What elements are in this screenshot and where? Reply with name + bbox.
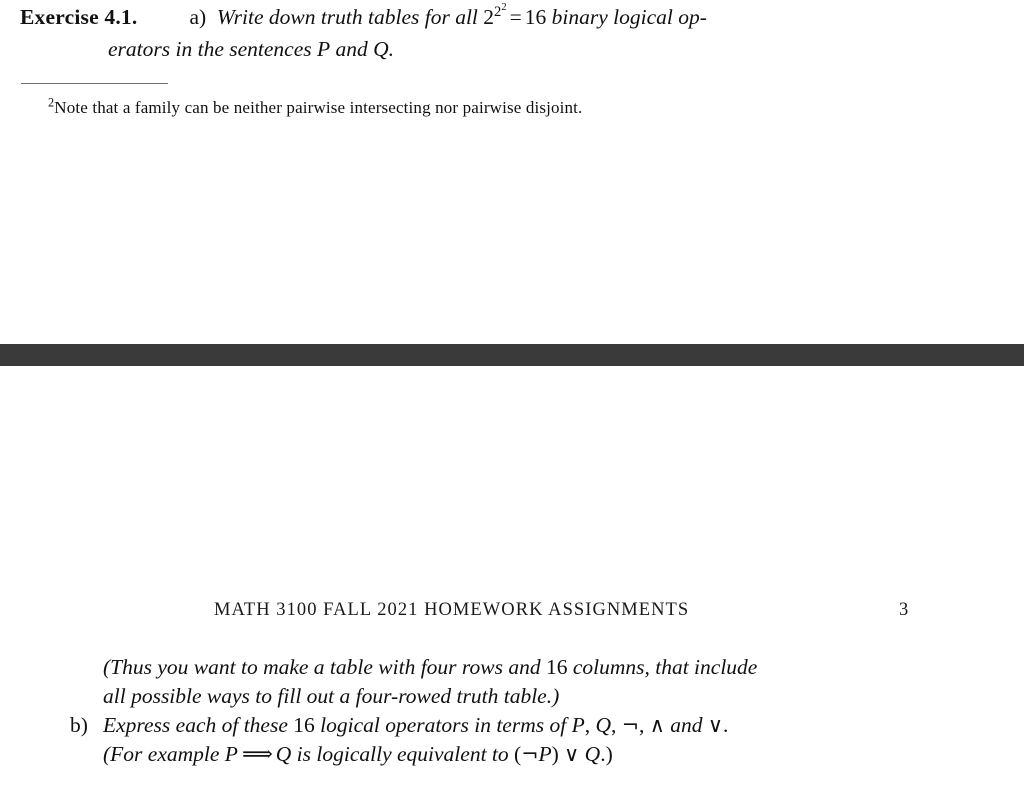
- variable-q: Q: [373, 37, 389, 61]
- equals-sign: =: [509, 5, 522, 29]
- variable-p-2: P: [571, 713, 585, 737]
- variable-p-3: P: [224, 742, 238, 766]
- comma-3: ,: [639, 713, 645, 737]
- body-line-2-text: all possible ways to fill out a four-row…: [103, 684, 560, 708]
- negation-symbol-icon-2: ¬: [521, 742, 539, 766]
- document-page: Exercise 4.1. a) Write down truth tables …: [0, 0, 1024, 786]
- body-line-3: Express each of these 16 logical operato…: [103, 710, 728, 740]
- conjunction-word-and: and: [335, 37, 368, 61]
- variable-q-3: Q: [275, 742, 292, 766]
- running-head-title: MATH 3100 FALL 2021 HOMEWORK ASSIGNMENTS: [214, 600, 690, 620]
- line-3-period: .: [723, 713, 729, 737]
- footnote-text: Note that a family can be neither pairwi…: [54, 98, 583, 117]
- body-line-3-text-b: logical operators in terms of: [320, 713, 567, 737]
- exercise-second-line: erators in the sentences P and Q.: [108, 34, 394, 64]
- exercise-a-continuation-text: erators in the sentences: [108, 37, 312, 61]
- footnote: 2Note that a family can be neither pairw…: [48, 96, 583, 119]
- exercise-a-text-after-math: binary logical op-: [551, 5, 707, 29]
- math-result-16: 16: [524, 5, 547, 29]
- top-page-fragment: Exercise 4.1. a) Write down truth tables …: [0, 0, 1024, 344]
- body-line-4: (For example P ⟹ Q is logically equivalent…: [103, 739, 613, 770]
- body-line-2: all possible ways to fill out a four-row…: [103, 681, 559, 711]
- scan-separator-bar: [0, 344, 1024, 366]
- exercise-first-line: Exercise 4.1. a) Write down truth tables …: [20, 2, 1010, 32]
- body-line-1-number: 16: [545, 655, 568, 679]
- word-and: and: [670, 713, 703, 737]
- exercise-item-letter-a: a): [189, 5, 207, 29]
- body-line-3-number: 16: [293, 713, 315, 737]
- body-line-4-text-a: (For example: [103, 742, 220, 766]
- variable-q-4: Q: [584, 742, 601, 766]
- exercise-label: Exercise 4.1.: [20, 5, 138, 29]
- page-number: 3: [899, 600, 909, 620]
- negation-symbol-icon: ¬: [621, 713, 640, 737]
- implies-arrow-icon: ⟹: [241, 742, 273, 767]
- sentence-period: .: [388, 37, 395, 61]
- power-exponent-inner: 2: [501, 1, 507, 13]
- variable-q-2: Q: [595, 713, 611, 737]
- body-line-3-text-a: Express each of these: [103, 713, 288, 737]
- conjunction-symbol-icon: ∧: [649, 713, 665, 737]
- power-base: 2: [483, 5, 495, 29]
- comma-2: ,: [611, 713, 617, 737]
- item-letter-b-text: b): [70, 713, 88, 737]
- comma-1: ,: [584, 713, 591, 737]
- variable-p: P: [317, 37, 331, 61]
- body-line-1-text-b: columns, that include: [572, 655, 758, 679]
- body-line-4-text-b: is logically equivalent to: [296, 742, 509, 766]
- disjunction-symbol-icon: ∨: [707, 713, 724, 737]
- exercise-block: Exercise 4.1. a) Write down truth tables …: [20, 2, 1010, 61]
- paren-close: ): [551, 742, 559, 766]
- exercise-a-text-before-math: Write down truth tables for all: [216, 5, 478, 29]
- exercise-item-letter-b: b): [70, 710, 88, 740]
- footnote-separator-rule: [21, 83, 168, 84]
- body-line-1-text-a: (Thus you want to make a table with four…: [103, 655, 541, 679]
- variable-p-4: P: [538, 742, 552, 766]
- running-head: MATH 3100 FALL 2021 HOMEWORK ASSIGNMENTS…: [0, 600, 1024, 626]
- power-tower-expression: 222: [483, 2, 506, 32]
- bottom-page-fragment: MATH 3100 FALL 2021 HOMEWORK ASSIGNMENTS…: [0, 366, 1024, 786]
- line-4-end-punctuation: .): [600, 742, 613, 766]
- disjunction-symbol-icon-2: ∨: [564, 742, 580, 766]
- body-line-1: (Thus you want to make a table with four…: [103, 652, 757, 682]
